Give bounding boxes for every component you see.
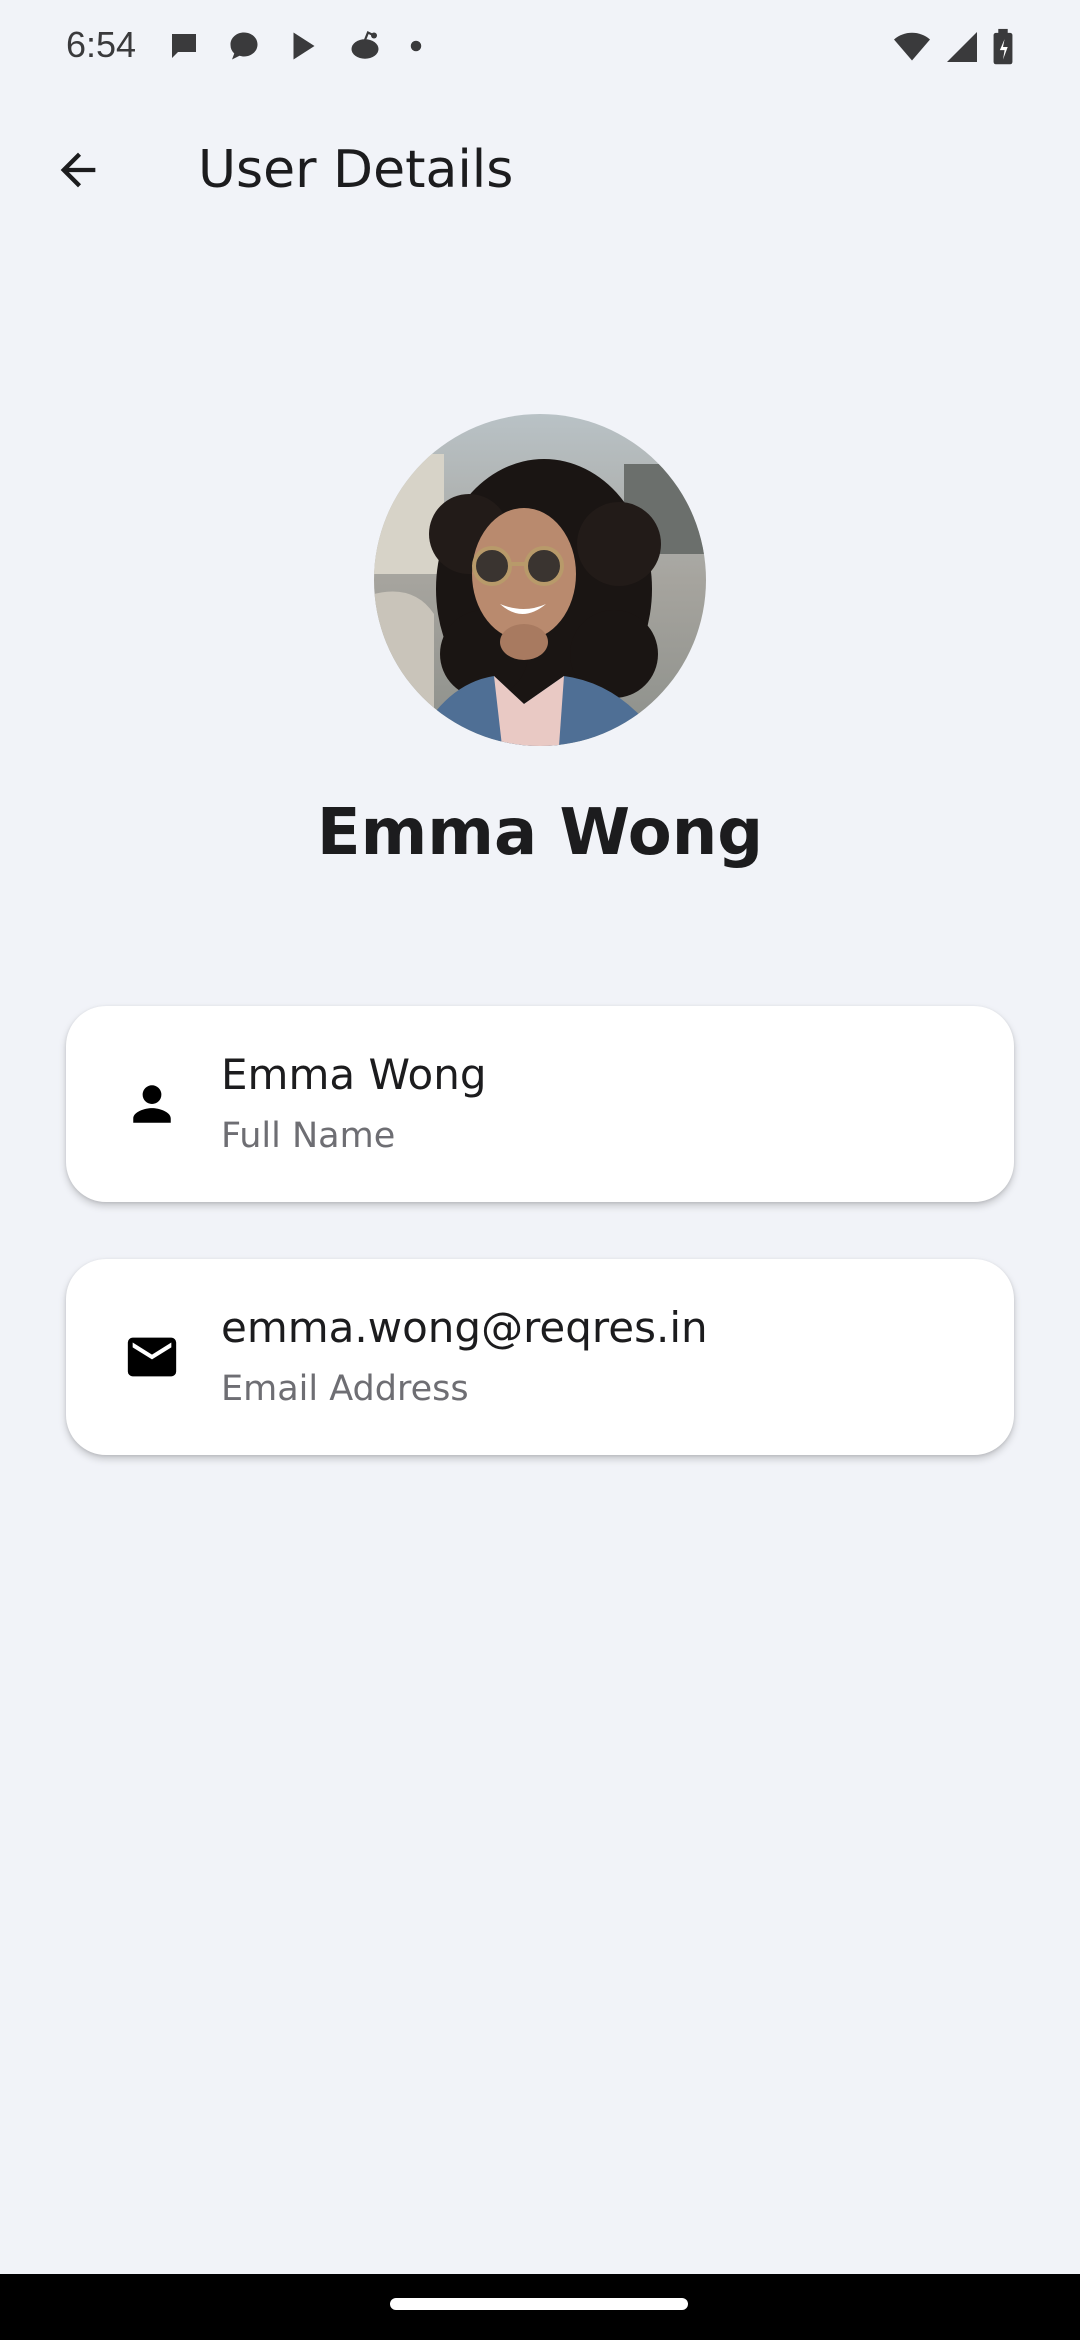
chat-bubble-icon — [226, 28, 262, 64]
email-label: Email Address — [221, 1369, 469, 1409]
avatar — [374, 414, 706, 746]
notification-icons — [166, 28, 424, 64]
full-name-card[interactable]: Emma Wong Full Name — [66, 1006, 1014, 1202]
status-time: 6:54 — [66, 24, 137, 65]
full-name-label: Full Name — [221, 1116, 396, 1156]
app-bar: User Details — [0, 96, 1080, 248]
back-button[interactable] — [38, 132, 118, 212]
wifi-icon — [892, 29, 932, 69]
navigation-bar — [0, 2274, 1080, 2340]
cell-signal-icon — [944, 29, 980, 69]
reddit-icon — [346, 28, 384, 64]
battery-charging-icon — [992, 28, 1014, 70]
home-indicator[interactable] — [390, 2298, 688, 2310]
email-card[interactable]: emma.wong@reqres.in Email Address — [66, 1259, 1014, 1455]
profile-name: Emma Wong — [316, 796, 764, 870]
arrow-back-icon — [52, 144, 104, 200]
email-value: emma.wong@reqres.in — [221, 1303, 708, 1352]
system-icons — [892, 28, 1014, 70]
chat-bubble-icon — [166, 28, 202, 64]
mail-icon — [118, 1323, 186, 1391]
play-store-icon — [286, 28, 322, 64]
page-title: User Details — [198, 140, 514, 200]
full-name-value: Emma Wong — [221, 1050, 487, 1099]
dot-icon — [408, 28, 424, 64]
status-bar: 6:54 — [0, 0, 1080, 96]
person-icon — [118, 1070, 186, 1138]
